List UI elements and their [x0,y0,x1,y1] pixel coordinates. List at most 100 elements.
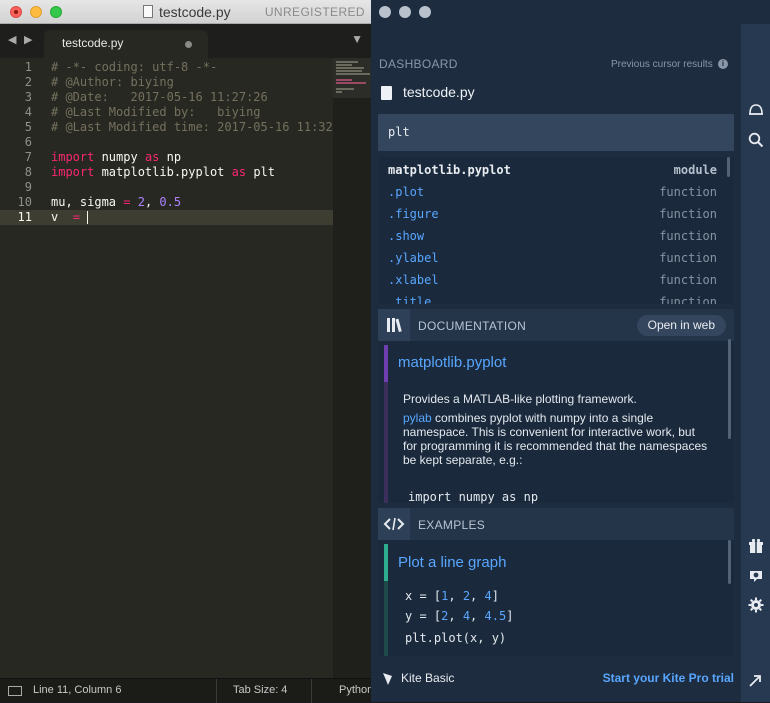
search-input[interactable]: plt [378,114,734,151]
kite-logo-icon [383,673,392,685]
result-name: .title [388,295,432,304]
close-window-button[interactable] [10,6,22,18]
result-name: .show [388,229,425,243]
previous-cursor-results-link[interactable]: Previous cursor results [611,59,713,70]
code-token: # @Last Modified by: biying [51,105,261,119]
tab-menu-icon[interactable]: ▼ [351,32,363,46]
unregistered-label: UNREGISTERED [264,5,365,19]
tab-testcode[interactable]: testcode.py [44,30,208,58]
gear-icon[interactable] [748,597,764,613]
documentation-header: DOCUMENTATION Open in web [378,309,734,341]
completion-result-row[interactable]: .xlabel function [378,269,734,291]
line-number: 9 [24,180,32,194]
code-number: 1 [441,589,449,603]
zoom-window-button[interactable] [419,6,431,18]
examples-scrollbar[interactable] [728,540,731,584]
minimap-line [336,61,358,63]
code-line[interactable]: import numpy as np [51,150,181,165]
completion-result-row[interactable]: matplotlib.pyplot module [378,159,734,181]
result-kind: function [659,229,717,243]
code-text: x = [ [405,589,442,603]
code-line[interactable]: # -*- coding: utf-8 -*- [51,60,217,75]
code-token: , [144,195,160,209]
result-name: .figure [388,207,439,221]
dashboard-heading: DASHBOARD [379,57,458,71]
code-line[interactable]: import matplotlib.pyplot as plt [51,165,275,180]
line-number: 3 [24,90,32,104]
code-number: 2 [441,609,449,623]
kite-dashboard-icon[interactable] [748,102,764,116]
code-line[interactable]: # @Last Modified by: biying [51,105,261,120]
close-window-button[interactable] [379,6,391,18]
code-brackets-icon [378,508,410,540]
completion-results-list[interactable]: matplotlib.pyplot module .plot function .fig… [378,157,734,304]
result-name: .xlabel [388,273,439,287]
unsaved-dot-icon[interactable] [185,41,192,48]
completion-result-row[interactable]: .ylabel function [378,247,734,269]
editor-titlebar: testcode.py UNREGISTERED [0,0,371,24]
completion-result-row[interactable]: .plot function [378,181,734,203]
code-number: 4.5 [484,609,507,623]
chat-icon[interactable] [748,568,764,584]
doc-scrollbar[interactable] [728,339,731,439]
minimap-line [336,91,342,93]
kite-titlebar [371,0,770,24]
example-accent-bar [384,544,388,581]
books-icon [378,309,410,341]
example-accent-bar [384,581,388,656]
doc-accent-bar [384,382,388,503]
code-token: v [51,210,73,224]
minimap-line [336,79,352,81]
result-kind: function [659,273,717,287]
result-kind: function [659,251,717,265]
example-title[interactable]: Plot a line graph [398,554,506,571]
minimap[interactable] [333,58,371,678]
expand-icon[interactable] [748,674,762,688]
minimize-window-button[interactable] [399,6,411,18]
tab-next-icon[interactable]: ▶ [24,33,32,46]
code-number: 2 [462,589,471,603]
result-name: .plot [388,185,425,199]
text-cursor [87,211,89,224]
minimap-line [336,64,352,66]
code-line[interactable]: # @Last Modified time: 2017-05-16 11:32: [51,120,333,135]
example-code-line: plt.plot(x, y) [405,631,507,645]
result-kind: function [659,207,717,221]
examples-header: EXAMPLES [378,508,734,540]
completion-result-row[interactable]: .figure function [378,203,734,225]
doc-title: matplotlib.pyplot [398,354,507,371]
code-line[interactable]: v = [51,210,89,225]
doc-paragraph: Provides a MATLAB-like plotting framewor… [403,392,637,406]
minimize-window-button[interactable] [30,6,42,18]
syntax-selector[interactable]: Python [339,684,371,696]
zoom-window-button[interactable] [50,6,62,18]
pro-trial-link[interactable]: Start your Kite Pro trial [603,671,734,685]
code-token: np [159,150,182,164]
documentation-panel: DOCUMENTATION Open in web matplotlib.pyp… [378,309,734,504]
pylab-link[interactable]: pylab [403,411,432,425]
code-line[interactable]: mu, sigma = 2, 0.5 [51,195,181,210]
completion-result-row[interactable]: .title function [378,291,734,304]
tab-size-selector[interactable]: Tab Size: 4 [233,684,287,696]
tab-prev-icon[interactable]: ◀ [8,33,16,46]
examples-label: EXAMPLES [418,518,486,532]
code-token: # @Author: biying [51,75,174,89]
code-line[interactable]: # @Author: biying [51,75,174,90]
open-in-web-button[interactable]: Open in web [636,315,726,336]
completion-result-row[interactable]: .show function [378,225,734,247]
code-token: as [231,165,247,179]
code-token: # @Date: 2017-05-16 11:27:26 [51,90,268,104]
doc-paragraph: pylab combines pyplot with numpy into a … [403,411,709,467]
line-number-gutter: 1 2 3 4 5 6 7 8 9 10 11 [0,58,42,678]
code-area[interactable]: # -*- coding: utf-8 -*- # @Author: biying… [51,58,333,678]
minimap-line [336,88,354,90]
code-token: as [144,150,160,164]
info-circle-icon[interactable]: i [718,59,728,69]
search-icon[interactable] [748,132,764,148]
gift-icon[interactable] [748,538,764,554]
cursor-position[interactable]: Line 11, Column 6 [33,684,121,696]
panel-toggle-icon[interactable] [8,686,22,696]
doc-code-sample: import numpy as np [408,490,539,504]
code-line[interactable]: # @Date: 2017-05-16 11:27:26 [51,90,268,105]
